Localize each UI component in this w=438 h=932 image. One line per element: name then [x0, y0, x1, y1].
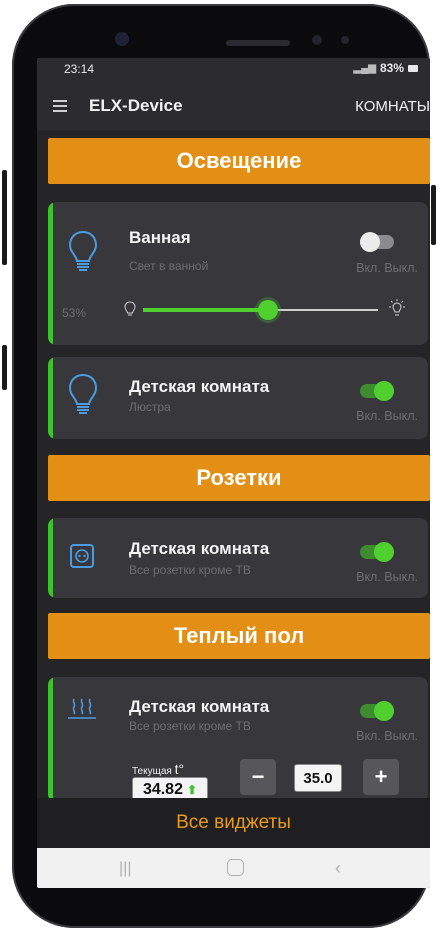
bixby-button	[2, 345, 7, 390]
card-kids-light[interactable]: Детская комната Люстра Вкл. Выкл.	[48, 357, 428, 439]
brightness-label: 53%	[62, 306, 87, 320]
current-temp-label: Текущая t°	[132, 761, 184, 777]
arrow-up-icon: ⬆	[186, 783, 198, 797]
power-button	[431, 185, 436, 245]
plus-button[interactable]: +	[363, 759, 399, 795]
app-bar: ELX-Device КОМНАТЫ	[37, 80, 430, 130]
card-title: Детская комната	[129, 697, 270, 716]
switch-toggle[interactable]	[360, 232, 394, 252]
socket-icon	[70, 544, 94, 568]
switch-toggle[interactable]	[360, 381, 394, 401]
signal-icon: ▂▄▆	[353, 62, 376, 74]
brightness-slider[interactable]	[143, 300, 378, 320]
status-bar-green	[48, 202, 53, 345]
menu-icon[interactable]	[53, 100, 67, 112]
slider-thumb[interactable]	[257, 300, 278, 320]
recent-apps-icon[interactable]: |||	[119, 860, 131, 878]
lightbulb-icon	[68, 373, 98, 414]
onoff-label: Вкл. Выкл.	[356, 729, 418, 743]
card-subtitle: Свет в ванной	[129, 259, 209, 273]
home-icon[interactable]	[227, 859, 244, 876]
status-time: 23:14	[64, 62, 95, 76]
status-bar-green	[48, 357, 53, 439]
current-label: Текущая	[132, 766, 172, 777]
card-title: Детская комната	[129, 377, 270, 396]
setpoint-input[interactable]: 35.0	[294, 764, 342, 792]
section-floor: Теплый пол	[48, 613, 430, 659]
card-kids-socket[interactable]: Детская комната Все розетки кроме ТВ Вкл…	[48, 518, 428, 598]
bulb-bright-icon	[389, 299, 405, 316]
onoff-label: Вкл. Выкл.	[356, 261, 418, 275]
status-right: ▂▄▆ 83%	[353, 61, 418, 75]
battery-icon	[408, 64, 418, 72]
slider-fill	[143, 308, 268, 312]
status-bar-green	[48, 677, 53, 802]
card-title: Ванная	[129, 228, 191, 247]
card-title: Детская комната	[129, 539, 270, 558]
card-subtitle: Все розетки кроме ТВ	[129, 719, 251, 733]
onoff-label: Вкл. Выкл.	[356, 570, 418, 584]
section-sockets: Розетки	[48, 455, 430, 501]
card-bathroom[interactable]: Ванная Свет в ванной Вкл. Выкл. 53%	[48, 202, 428, 345]
system-nav-bar: ||| ‹	[37, 848, 430, 888]
status-bar-green	[48, 518, 53, 598]
minus-button[interactable]: −	[240, 759, 276, 795]
all-widgets-button[interactable]: Все виджеты	[37, 798, 430, 848]
back-icon[interactable]: ‹	[335, 858, 341, 879]
card-kids-floor[interactable]: Детская комната Все розетки кроме ТВ Вкл…	[48, 677, 428, 802]
rooms-button[interactable]: КОМНАТЫ	[355, 98, 430, 115]
switch-toggle[interactable]	[360, 542, 394, 562]
switch-toggle[interactable]	[360, 701, 394, 721]
front-camera	[115, 32, 129, 46]
heating-icon	[68, 698, 96, 719]
app-title: ELX-Device	[89, 96, 183, 115]
onoff-label: Вкл. Выкл.	[356, 409, 418, 423]
iris-sensor	[341, 36, 349, 44]
temp-symbol: t°	[174, 761, 185, 777]
section-lighting: Освещение	[48, 138, 430, 184]
screen: 23:14 ▂▄▆ 83% ELX-Device КОМНАТЫ Освещен…	[37, 58, 430, 888]
card-subtitle: Люстра	[129, 400, 171, 414]
status-bar: 23:14 ▂▄▆ 83%	[37, 58, 430, 80]
current-value-text: 34.82	[142, 781, 183, 798]
card-subtitle: Все розетки кроме ТВ	[129, 563, 251, 577]
volume-button	[2, 170, 7, 265]
lightbulb-icon	[68, 230, 98, 271]
battery-percent: 83%	[379, 61, 404, 75]
proximity-sensor	[312, 35, 322, 45]
earpiece	[226, 40, 290, 46]
bulb-dim-icon	[124, 301, 136, 316]
